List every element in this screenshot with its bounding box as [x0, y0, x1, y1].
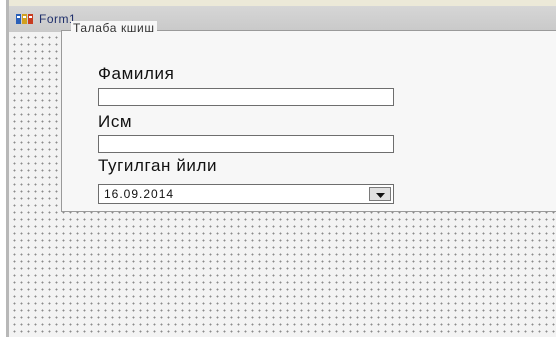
surname-label: Фамилия — [98, 64, 175, 83]
name-label: Исм — [98, 112, 133, 131]
birth-date-value: 16.09.2014 — [104, 187, 175, 201]
surname-input[interactable] — [98, 88, 394, 106]
date-dropdown-button[interactable] — [369, 187, 391, 201]
groupbox-caption: Талаба кшиш — [71, 21, 157, 35]
chevron-down-icon — [375, 185, 385, 203]
birth-date-picker[interactable]: 16.09.2014 — [98, 184, 394, 204]
name-input[interactable] — [98, 135, 394, 153]
delphi-form-icon — [15, 12, 35, 26]
form-window: Form1 Талаба кшиш Фамилия Исм Тугилган й… — [9, 0, 556, 337]
birth-year-label: Тугилган йили — [98, 156, 218, 175]
